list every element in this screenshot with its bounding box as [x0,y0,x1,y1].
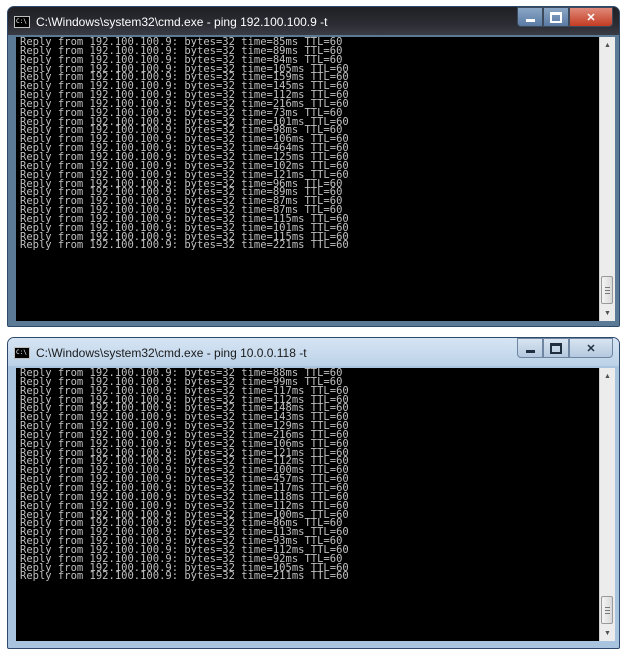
window-title: C:\Windows\system32\cmd.exe - ping 192.1… [36,15,328,29]
scroll-down-arrow-icon[interactable]: ▼ [600,625,615,641]
console-lines: Reply from 192.100.100.9: bytes=32 time=… [16,368,599,583]
grip-line [605,610,610,611]
console-output[interactable]: Reply from 192.100.100.9: bytes=32 time=… [16,368,599,641]
console-output[interactable]: Reply from 192.100.100.9: bytes=32 time=… [16,37,599,321]
maximize-button[interactable] [543,7,569,27]
window-controls: ✕ [517,7,613,27]
console-line: Reply from 192.100.100.9: bytes=32 time=… [20,239,349,252]
minimize-icon [525,18,535,22]
vertical-scrollbar[interactable]: ▲ ▼ [599,368,615,641]
window-title: C:\Windows\system32\cmd.exe - ping 10.0.… [36,346,307,360]
close-button[interactable]: ✕ [569,7,613,27]
close-icon: ✕ [586,11,596,24]
grip-line [605,290,610,291]
scroll-thumb[interactable] [601,276,613,304]
window-controls: ✕ [517,338,613,358]
cmd-window-2[interactable]: C:\ C:\Windows\system32\cmd.exe - ping 1… [7,337,620,649]
grip-line [605,607,610,608]
minimize-icon [525,349,535,353]
console-lines: Reply from 192.100.100.9: bytes=32 time=… [16,37,599,252]
cmd-icon[interactable]: C:\ [14,16,30,28]
scroll-thumb[interactable] [601,596,613,624]
console-line: Reply from 192.100.100.9: bytes=32 time=… [20,570,349,583]
grip-line [605,613,610,614]
maximize-button[interactable] [543,338,569,358]
cmd-window-1[interactable]: C:\ C:\Windows\system32\cmd.exe - ping 1… [7,6,620,327]
minimize-button[interactable] [517,7,543,27]
minimize-button[interactable] [517,338,543,358]
close-icon: ✕ [586,342,596,355]
scroll-down-arrow-icon[interactable]: ▼ [600,305,615,321]
title-bar[interactable]: C:\ C:\Windows\system32\cmd.exe - ping 1… [8,7,619,35]
scroll-up-arrow-icon[interactable]: ▲ [600,368,615,384]
grip-line [605,287,610,288]
maximize-icon [550,11,562,23]
vertical-scrollbar[interactable]: ▲ ▼ [599,37,615,321]
close-button[interactable]: ✕ [569,338,613,358]
title-bar[interactable]: C:\ C:\Windows\system32\cmd.exe - ping 1… [8,338,619,366]
grip-line [605,293,610,294]
maximize-icon [550,342,562,354]
cmd-icon[interactable]: C:\ [14,347,30,359]
scroll-up-arrow-icon[interactable]: ▲ [600,37,615,53]
